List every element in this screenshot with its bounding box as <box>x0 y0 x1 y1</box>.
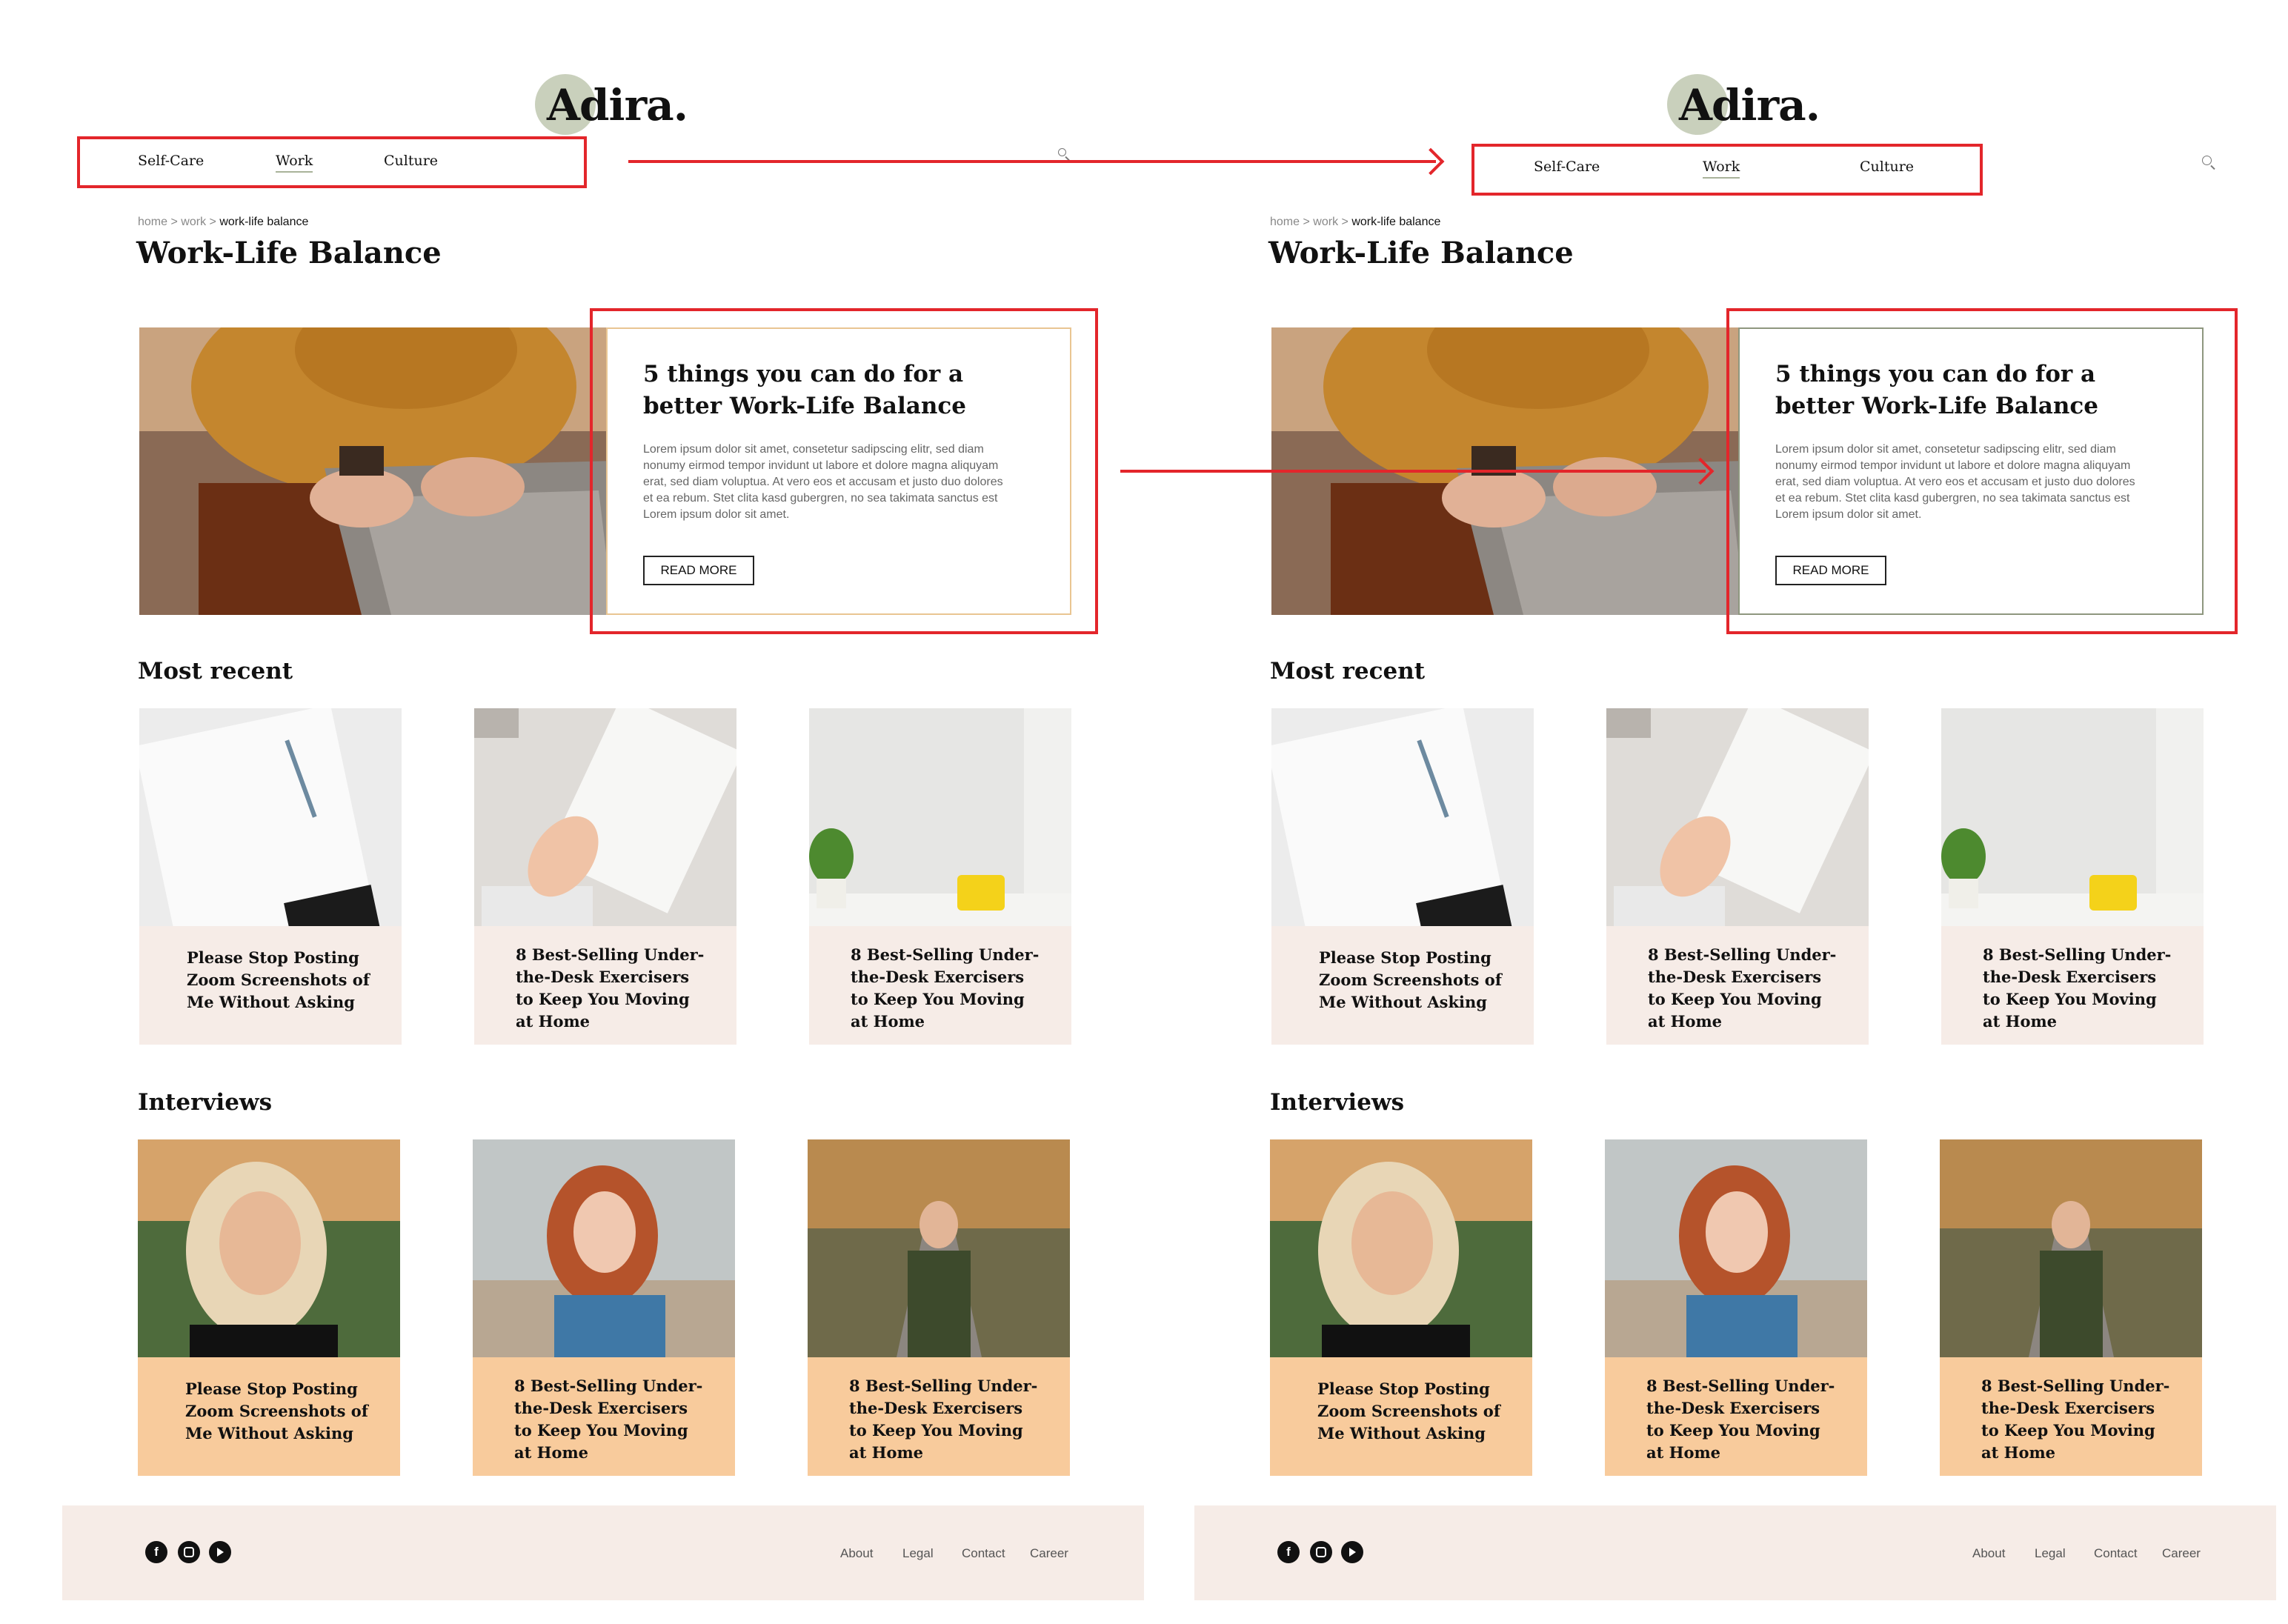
card-title[interactable]: 8 Best-Selling Under-the-Desk Exercisers… <box>1648 944 1840 1033</box>
card-title[interactable]: 8 Best-Selling Under-the-Desk Exercisers… <box>1981 1375 2174 1464</box>
search-icon[interactable] <box>2202 156 2212 165</box>
card-image <box>1605 1139 1867 1357</box>
footer-link-legal[interactable]: Legal <box>902 1546 934 1561</box>
card-title[interactable]: 8 Best-Selling Under-the-Desk Exercisers… <box>1983 944 2175 1033</box>
interview-card[interactable]: 8 Best-Selling Under-the-Desk Exercisers… <box>808 1139 1070 1476</box>
page-title: Work-Life Balance <box>1268 236 1574 270</box>
breadcrumb-home[interactable]: home <box>138 216 167 228</box>
card-image <box>1606 708 1869 926</box>
recent-card[interactable]: 8 Best-Selling Under-the-Desk Exercisers… <box>474 708 736 1045</box>
recent-card[interactable]: Please Stop Posting Zoom Screenshots of … <box>1271 708 1534 1045</box>
breadcrumb-current: work-life balance <box>1351 216 1441 228</box>
card-title[interactable]: Please Stop Posting Zoom Screenshots of … <box>187 947 379 1014</box>
annotation-box-nav-before <box>77 136 587 188</box>
card-image <box>1271 708 1534 926</box>
annotation-arrow-nav <box>628 160 1436 163</box>
card-title[interactable]: 8 Best-Selling Under-the-Desk Exercisers… <box>1646 1375 1839 1464</box>
card-image <box>474 708 736 926</box>
card-title[interactable]: 8 Best-Selling Under-the-Desk Exercisers… <box>516 944 708 1033</box>
annotation-box-hero-before <box>590 308 1098 634</box>
breadcrumb-parent[interactable]: work <box>181 216 206 228</box>
search-icon[interactable] <box>1058 148 1066 156</box>
hero-image[interactable] <box>139 327 613 615</box>
card-caption: 8 Best-Selling Under-the-Desk Exercisers… <box>809 926 1071 1045</box>
breadcrumb-current: work-life balance <box>219 216 309 228</box>
facebook-icon[interactable]: f <box>1277 1541 1300 1563</box>
card-title[interactable]: Please Stop Posting Zoom Screenshots of … <box>1319 947 1512 1014</box>
hero-photo-laptop <box>139 327 613 615</box>
footer-link-about[interactable]: About <box>1972 1546 2005 1561</box>
interview-card[interactable]: Please Stop Posting Zoom Screenshots of … <box>1270 1139 1532 1476</box>
breadcrumb-sep: > <box>209 216 216 228</box>
footer-link-career[interactable]: Career <box>1030 1546 1068 1561</box>
footer: f About Legal Contact Career <box>62 1505 1144 1600</box>
section-title-most-recent: Most recent <box>138 658 293 685</box>
card-title[interactable]: 8 Best-Selling Under-the-Desk Exercisers… <box>849 1375 1042 1464</box>
card-image <box>1270 1139 1532 1357</box>
page-version-before: Adira. Self-Care Work Culture home > wor… <box>0 0 1144 1624</box>
annotation-box-hero-after <box>1726 308 2238 634</box>
logo-text: Adira. <box>1679 80 1820 130</box>
card-title[interactable]: 8 Best-Selling Under-the-Desk Exercisers… <box>851 944 1043 1033</box>
card-image <box>473 1139 735 1357</box>
breadcrumb-parent[interactable]: work <box>1313 216 1338 228</box>
card-image <box>139 708 402 926</box>
card-title[interactable]: 8 Best-Selling Under-the-Desk Exercisers… <box>514 1375 707 1464</box>
interview-card[interactable]: 8 Best-Selling Under-the-Desk Exercisers… <box>473 1139 735 1476</box>
card-caption: 8 Best-Selling Under-the-Desk Exercisers… <box>473 1357 735 1476</box>
youtube-icon[interactable] <box>1341 1541 1363 1563</box>
footer-link-career[interactable]: Career <box>2162 1546 2201 1561</box>
card-caption: 8 Best-Selling Under-the-Desk Exercisers… <box>474 926 736 1045</box>
footer-link-contact[interactable]: Contact <box>2094 1546 2138 1561</box>
interview-card[interactable]: Please Stop Posting Zoom Screenshots of … <box>138 1139 400 1476</box>
card-image <box>1941 708 2204 926</box>
section-title-interviews: Interviews <box>138 1089 273 1116</box>
breadcrumb: home > work > work-life balance <box>1270 216 1440 229</box>
card-image <box>138 1139 400 1357</box>
breadcrumb-sep: > <box>1341 216 1348 228</box>
footer-link-about[interactable]: About <box>840 1546 873 1561</box>
logo-text: Adira. <box>547 80 688 130</box>
breadcrumb: home > work > work-life balance <box>138 216 308 229</box>
footer-link-contact[interactable]: Contact <box>962 1546 1005 1561</box>
page-title: Work-Life Balance <box>136 236 442 270</box>
card-title[interactable]: Please Stop Posting Zoom Screenshots of … <box>1317 1378 1510 1445</box>
card-caption: 8 Best-Selling Under-the-Desk Exercisers… <box>1940 1357 2202 1476</box>
breadcrumb-home[interactable]: home <box>1270 216 1300 228</box>
card-caption: 8 Best-Selling Under-the-Desk Exercisers… <box>1605 1357 1867 1476</box>
breadcrumb-sep: > <box>170 216 178 228</box>
footer: f About Legal Contact Career <box>1194 1505 2276 1600</box>
card-image <box>1940 1139 2202 1357</box>
recent-card[interactable]: Please Stop Posting Zoom Screenshots of … <box>139 708 402 1045</box>
youtube-icon[interactable] <box>209 1541 231 1563</box>
card-caption: Please Stop Posting Zoom Screenshots of … <box>139 926 402 1045</box>
annotation-box-nav-after <box>1471 144 1983 196</box>
recent-card[interactable]: 8 Best-Selling Under-the-Desk Exercisers… <box>1941 708 2204 1045</box>
recent-card[interactable]: 8 Best-Selling Under-the-Desk Exercisers… <box>1606 708 1869 1045</box>
card-image <box>809 708 1071 926</box>
page-version-after: Adira. Self-Care Work Culture home > wor… <box>1132 0 2276 1624</box>
breadcrumb-sep: > <box>1303 216 1310 228</box>
card-caption: Please Stop Posting Zoom Screenshots of … <box>138 1357 400 1476</box>
interview-card[interactable]: 8 Best-Selling Under-the-Desk Exercisers… <box>1605 1139 1867 1476</box>
section-title-interviews: Interviews <box>1270 1089 1405 1116</box>
section-title-most-recent: Most recent <box>1270 658 1426 685</box>
card-caption: Please Stop Posting Zoom Screenshots of … <box>1271 926 1534 1045</box>
footer-link-legal[interactable]: Legal <box>2035 1546 2066 1561</box>
interview-card[interactable]: 8 Best-Selling Under-the-Desk Exercisers… <box>1940 1139 2202 1476</box>
card-caption: 8 Best-Selling Under-the-Desk Exercisers… <box>808 1357 1070 1476</box>
card-caption: Please Stop Posting Zoom Screenshots of … <box>1270 1357 1532 1476</box>
instagram-icon[interactable] <box>178 1541 200 1563</box>
facebook-icon[interactable]: f <box>145 1541 167 1563</box>
card-title[interactable]: Please Stop Posting Zoom Screenshots of … <box>185 1378 378 1445</box>
annotation-arrow-hero <box>1120 470 1706 473</box>
card-caption: 8 Best-Selling Under-the-Desk Exercisers… <box>1606 926 1869 1045</box>
instagram-icon[interactable] <box>1310 1541 1332 1563</box>
recent-card[interactable]: 8 Best-Selling Under-the-Desk Exercisers… <box>809 708 1071 1045</box>
card-caption: 8 Best-Selling Under-the-Desk Exercisers… <box>1941 926 2204 1045</box>
card-image <box>808 1139 1070 1357</box>
